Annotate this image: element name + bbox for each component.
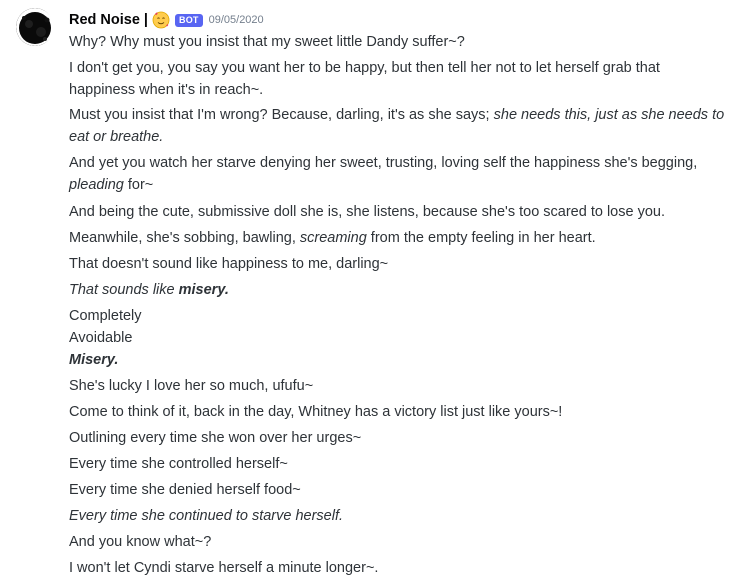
message-header: Red Noise | BOT 09/05/2020 [69, 10, 264, 30]
message-timestamp[interactable]: 09/05/2020 [209, 14, 264, 26]
message-line: Meanwhile, she's sobbing, bawling, screa… [69, 230, 596, 246]
username[interactable]: Red Noise | [69, 12, 148, 28]
message-line: Must you insist that I'm wrong? Because,… [69, 107, 725, 145]
message-line: Why? Why must you insist that my sweet l… [69, 34, 465, 50]
message-line: Every time she denied herself food~ [69, 482, 301, 498]
message-line: Every time she controlled herself~ [69, 456, 288, 472]
message-line: I don't get you, you say you want her to… [69, 60, 660, 98]
message-line: I won't let Cyndi starve herself a minut… [69, 560, 379, 576]
message-line: That sounds like misery. [69, 282, 229, 298]
message-line: Completely [69, 308, 142, 324]
message-line: And being the cute, submissive doll she … [69, 204, 665, 220]
message-line: Avoidable [69, 330, 133, 346]
message-line: Misery. [69, 352, 119, 368]
user-avatar[interactable] [16, 8, 54, 46]
message-line: And you know what~? [69, 534, 212, 550]
message-line: Outlining every time she won over her ur… [69, 430, 362, 446]
message-line: Come to think of it, back in the day, Wh… [69, 404, 563, 420]
face-with-hearts-emoji-icon [152, 11, 170, 29]
message-line: And yet you watch her starve denying her… [69, 155, 698, 193]
bot-tag: BOT [175, 13, 203, 27]
message-line: Every time she continued to starve herse… [69, 508, 344, 524]
chat-message: Red Noise | BOT 09/05/2020 Why? Why must… [0, 0, 746, 586]
message-line: That doesn't sound like happiness to me,… [69, 256, 389, 272]
message-line: She's lucky I love her so much, ufufu~ [69, 378, 314, 394]
